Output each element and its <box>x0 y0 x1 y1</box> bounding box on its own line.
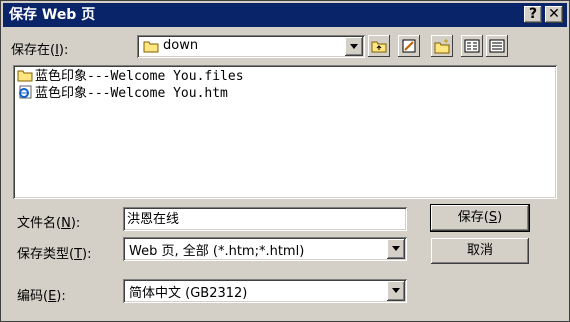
folder-icon <box>17 70 33 82</box>
encoding-dropdown-arrow[interactable] <box>387 281 405 301</box>
close-button[interactable]: ✕ <box>545 6 563 23</box>
file-list-item[interactable]: 蓝色印象---Welcome You.htm <box>17 85 228 102</box>
list-view-button[interactable] <box>461 35 483 57</box>
new-folder-icon <box>434 39 450 54</box>
folder-icon <box>143 41 159 53</box>
details-view-button[interactable] <box>486 35 508 57</box>
save-button[interactable]: 保存(S) <box>430 204 530 232</box>
encoding-label: 编码(E): <box>17 289 66 304</box>
file-name: 蓝色印象---Welcome You.files <box>35 69 244 84</box>
file-list[interactable]: 蓝色印象---Welcome You.files 蓝色印象---Welcome … <box>13 65 557 199</box>
filetype-dropdown-arrow[interactable] <box>387 239 405 259</box>
encoding-combo[interactable]: 简体中文 (GB2312) <box>123 279 407 303</box>
save-in-combo[interactable]: down <box>137 35 365 58</box>
new-folder-button[interactable] <box>431 35 453 57</box>
filename-label: 文件名(N): <box>17 216 81 231</box>
file-list-item[interactable]: 蓝色印象---Welcome You.files <box>17 68 244 85</box>
filetype-value: Web 页, 全部 (*.htm;*.html) <box>129 244 305 259</box>
filetype-label: 保存类型(T): <box>17 247 92 262</box>
save-web-page-dialog: 保存 Web 页 ? ✕ 保存在(I): down 蓝色印象---Welcome… <box>0 0 570 322</box>
save-in-value: down <box>163 38 199 53</box>
save-in-dropdown-arrow[interactable] <box>345 37 363 56</box>
encoding-value: 简体中文 (GB2312) <box>129 286 248 301</box>
filename-field[interactable] <box>123 207 407 231</box>
cancel-button[interactable]: 取消 <box>431 238 529 264</box>
desktop-button[interactable] <box>398 35 420 57</box>
ie-document-icon <box>19 85 32 99</box>
filename-input[interactable] <box>127 210 397 225</box>
details-view-icon <box>489 39 505 53</box>
up-folder-button[interactable] <box>368 35 390 57</box>
save-in-label: 保存在(I): <box>11 43 69 58</box>
filetype-combo[interactable]: Web 页, 全部 (*.htm;*.html) <box>123 237 407 261</box>
title-bar: 保存 Web 页 ? ✕ <box>3 3 567 27</box>
desktop-icon <box>402 39 416 53</box>
dialog-title: 保存 Web 页 <box>9 7 96 23</box>
up-folder-icon <box>371 41 387 53</box>
file-name: 蓝色印象---Welcome You.htm <box>35 86 228 101</box>
help-button[interactable]: ? <box>524 6 542 23</box>
list-view-icon <box>464 39 480 53</box>
